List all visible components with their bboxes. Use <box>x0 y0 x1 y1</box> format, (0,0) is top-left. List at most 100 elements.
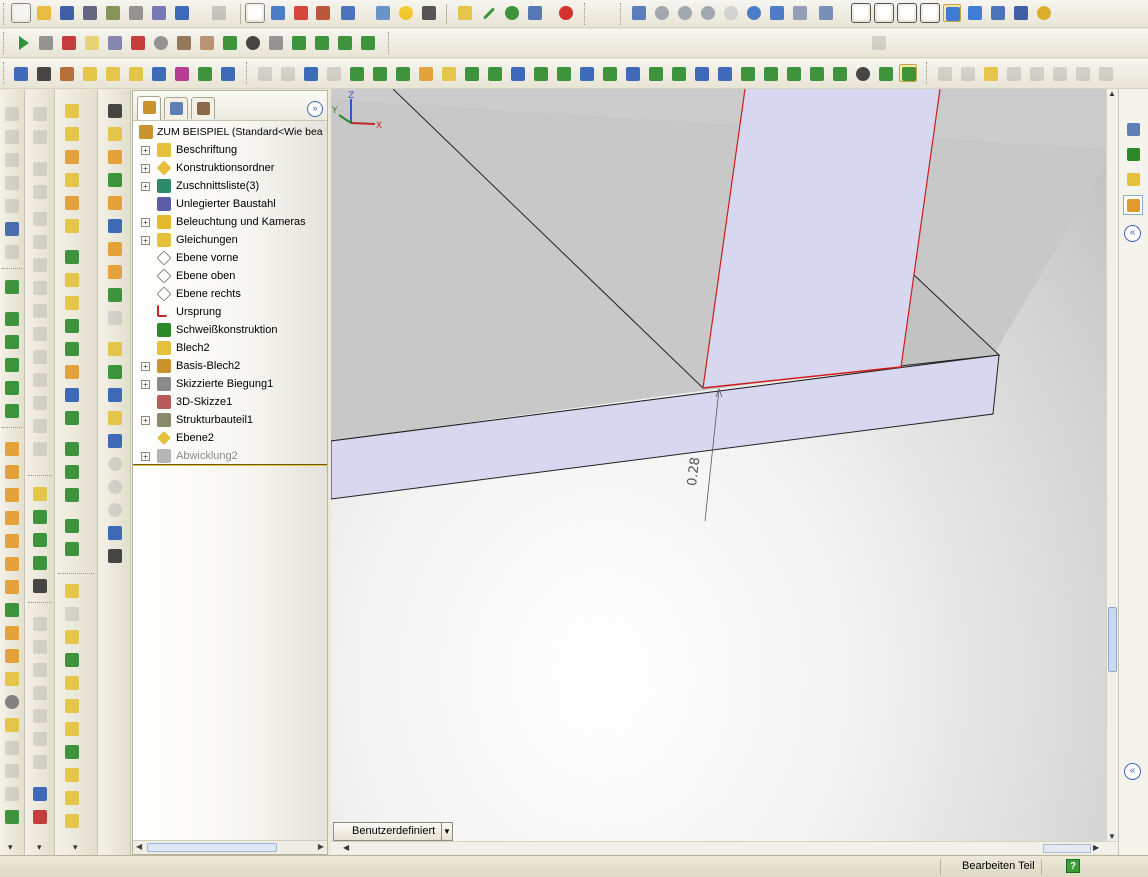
hidden-lines-visible-icon[interactable] <box>874 3 894 23</box>
cross-break-icon[interactable] <box>63 248 81 266</box>
file-explorer-icon[interactable] <box>1123 169 1143 189</box>
repair-sketch-icon[interactable] <box>31 440 49 458</box>
scroll-left-icon[interactable]: ◀ <box>343 843 349 852</box>
home-icon[interactable] <box>1123 119 1143 139</box>
zoom-to-selection-icon[interactable] <box>722 4 740 22</box>
hole-weld-icon[interactable] <box>63 812 81 830</box>
filter-weld-bead-icon[interactable] <box>762 65 780 83</box>
viewport-horizontal-scrollbar[interactable]: ◀ ▶ <box>331 841 1118 854</box>
previous-view-icon[interactable] <box>630 4 648 22</box>
tree-item-beleuchtung[interactable]: + Beleuchtung und Kameras <box>133 213 327 231</box>
reference-plane-icon[interactable] <box>31 485 49 503</box>
delete-face-icon[interactable] <box>106 409 124 427</box>
circle-icon[interactable] <box>3 197 21 215</box>
filter-cosmetic-icon[interactable] <box>601 65 619 83</box>
new-document-icon[interactable] <box>11 3 31 23</box>
print-preview-icon[interactable] <box>104 4 122 22</box>
replace-face-icon[interactable] <box>106 432 124 450</box>
section-view-icon[interactable] <box>989 4 1007 22</box>
combine-icon[interactable] <box>3 693 21 711</box>
filter-faces-icon[interactable] <box>302 65 320 83</box>
display-relations-icon[interactable] <box>31 417 49 435</box>
surface-sweep-icon[interactable] <box>31 661 49 679</box>
insert-mold-folders-icon[interactable] <box>106 547 124 565</box>
filter-blocks-icon[interactable] <box>624 65 642 83</box>
design-library-icon[interactable] <box>336 34 354 52</box>
move-entities-icon[interactable] <box>31 302 49 320</box>
new-macro-icon[interactable] <box>83 34 101 52</box>
intersect-icon[interactable] <box>106 455 124 473</box>
sheet-metal-base-flange-icon[interactable] <box>63 102 81 120</box>
reference-point-icon[interactable] <box>31 554 49 572</box>
rotate-entities-icon[interactable] <box>31 325 49 343</box>
split-icon[interactable] <box>3 670 21 688</box>
sketch-pencil-icon[interactable] <box>31 808 49 826</box>
weldment-cut-icon[interactable] <box>1097 65 1115 83</box>
select-filter-icon[interactable] <box>269 4 287 22</box>
chamfer-icon[interactable] <box>3 463 21 481</box>
filter-mates-icon[interactable] <box>808 65 826 83</box>
filter-routing-icon[interactable] <box>785 65 803 83</box>
filter-bend-icon[interactable] <box>739 65 757 83</box>
fillet-icon[interactable] <box>3 440 21 458</box>
pattern-icon[interactable] <box>3 647 21 665</box>
weldment-fillet-icon[interactable] <box>1028 65 1046 83</box>
circular-pattern-icon[interactable] <box>31 279 49 297</box>
feature-tree-scrollbar[interactable]: ◀ ▶ <box>133 840 327 854</box>
insert-bends-icon[interactable] <box>63 463 81 481</box>
save-icon[interactable] <box>58 4 76 22</box>
fill-surface-icon[interactable] <box>31 753 49 771</box>
chevron-down-icon[interactable]: ▾ <box>8 842 13 853</box>
surface-extrude-icon[interactable] <box>31 615 49 633</box>
draft-icon[interactable] <box>3 509 21 527</box>
edge-flange-icon[interactable] <box>63 125 81 143</box>
rectangle-icon[interactable] <box>3 174 21 192</box>
assembly-left-icon[interactable] <box>106 125 124 143</box>
trim-icon[interactable] <box>31 160 49 178</box>
extruded-boss-weld-icon[interactable] <box>63 766 81 784</box>
property-manager-tab-icon[interactable] <box>164 97 188 119</box>
tree-item-3d-skizze1[interactable]: 3D-Skizze1 <box>133 393 327 411</box>
filter-components-icon[interactable] <box>831 65 849 83</box>
extend-icon[interactable] <box>31 183 49 201</box>
weldment-trim-icon[interactable] <box>959 65 977 83</box>
scale-entities-icon[interactable] <box>31 348 49 366</box>
shaded-with-edges-icon[interactable] <box>920 3 940 23</box>
filter-weld-icon[interactable] <box>578 65 596 83</box>
custom-macro-icon[interactable] <box>175 34 193 52</box>
filter-edges-icon[interactable] <box>279 65 297 83</box>
tree-item-material[interactable]: Unlegierter Baustahl <box>133 195 327 213</box>
graphics-viewport[interactable]: 0.28 Z X Y Benutzerdefiniert ▼ <box>331 89 1106 841</box>
boss-extrude-icon[interactable] <box>3 278 21 296</box>
axis-icon[interactable] <box>480 4 498 22</box>
draft-analysis-icon[interactable] <box>106 309 124 327</box>
shut-off-surface-icon[interactable] <box>106 240 124 258</box>
revolve-icon[interactable] <box>3 310 21 328</box>
parting-surface-icon[interactable] <box>106 217 124 235</box>
cancel-macro-icon[interactable] <box>129 34 147 52</box>
expand-icon[interactable]: + <box>141 146 150 155</box>
trim-extend-icon[interactable] <box>63 628 81 646</box>
hole-wizard-icon[interactable] <box>3 578 21 596</box>
part-icon[interactable] <box>106 102 124 120</box>
expand-icon[interactable]: + <box>141 362 150 371</box>
copy-entities-icon[interactable] <box>31 371 49 389</box>
layer-icon[interactable] <box>267 34 285 52</box>
plane-icon[interactable] <box>456 4 474 22</box>
shell-icon[interactable] <box>3 486 21 504</box>
knit-surface-icon[interactable] <box>31 730 49 748</box>
tree-root[interactable]: ZUM BEISPIEL (Standard<Wie bea <box>133 123 327 141</box>
weldment-cut-list-icon[interactable] <box>1051 65 1069 83</box>
equations-icon[interactable] <box>173 65 191 83</box>
clock-icon[interactable] <box>244 34 262 52</box>
filter-dowel-icon[interactable] <box>693 65 711 83</box>
weld-bead-icon[interactable] <box>63 720 81 738</box>
tree-item-ebene2[interactable]: Ebene2 <box>133 429 327 447</box>
zoom-in-out-icon[interactable] <box>699 4 717 22</box>
convert-to-sheet-metal-icon[interactable] <box>63 486 81 504</box>
rotate-view-icon[interactable] <box>745 4 763 22</box>
filter-balloons-icon[interactable] <box>647 65 665 83</box>
redo-icon[interactable] <box>210 4 228 22</box>
mass-properties-icon[interactable] <box>58 65 76 83</box>
mirror-entities-icon[interactable] <box>31 233 49 251</box>
